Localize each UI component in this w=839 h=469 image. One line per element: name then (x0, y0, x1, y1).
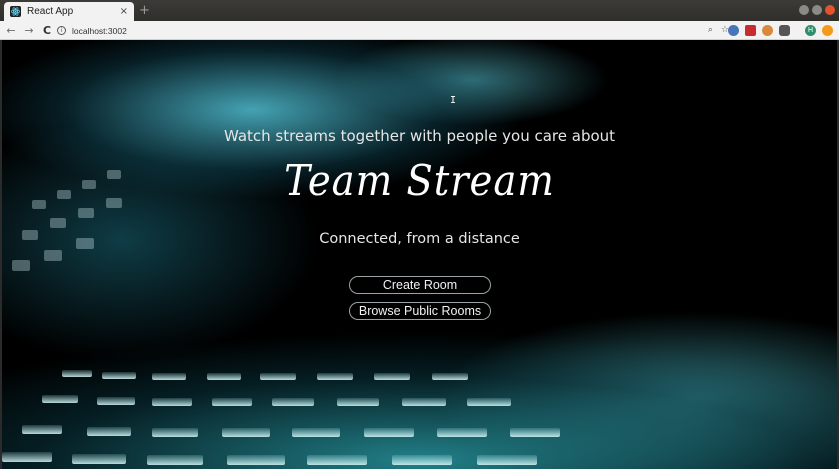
maximize-button[interactable] (812, 5, 822, 15)
minimize-button[interactable] (799, 5, 809, 15)
hero-section: Watch streams together with people you c… (2, 40, 837, 469)
close-icon[interactable]: × (120, 6, 128, 17)
profile-avatar[interactable]: H (805, 25, 816, 36)
tab-react-app[interactable]: React App × (4, 2, 134, 21)
browser-titlebar: React App × + (0, 0, 839, 21)
address-bar[interactable]: i localhost:3002 ⌕ ☆ (57, 23, 729, 38)
forward-arrow-icon[interactable]: → (22, 23, 36, 37)
text-cursor-icon: I (450, 95, 457, 106)
extension-icon[interactable] (728, 25, 739, 36)
zoom-icon[interactable]: ⌕ (708, 26, 713, 35)
incognito-extension-icon[interactable] (779, 25, 790, 36)
reload-icon[interactable]: C (40, 23, 54, 37)
create-room-button[interactable]: Create Room (349, 276, 491, 294)
extension-icon[interactable] (745, 25, 756, 36)
extension-icon[interactable] (822, 25, 833, 36)
back-arrow-icon[interactable]: ← (4, 23, 18, 37)
browser-toolbar: ← → C i localhost:3002 ⌕ ☆ H (0, 21, 839, 40)
site-info-icon[interactable]: i (57, 26, 66, 35)
window-controls (799, 5, 835, 15)
hero-tagline: Watch streams together with people you c… (223, 127, 616, 145)
extension-icon[interactable] (762, 25, 773, 36)
page-viewport: Watch streams together with people you c… (2, 40, 837, 469)
app-title: Team Stream (284, 156, 555, 205)
tab-title: React App (27, 6, 74, 17)
browse-public-rooms-button[interactable]: Browse Public Rooms (349, 302, 491, 320)
hero-subtitle: Connected, from a distance (319, 231, 520, 247)
extension-icons: H (728, 25, 833, 36)
new-tab-button[interactable]: + (139, 4, 150, 17)
react-icon (10, 6, 21, 17)
window-close-button[interactable] (825, 5, 835, 15)
url-text[interactable]: localhost:3002 (72, 26, 700, 36)
